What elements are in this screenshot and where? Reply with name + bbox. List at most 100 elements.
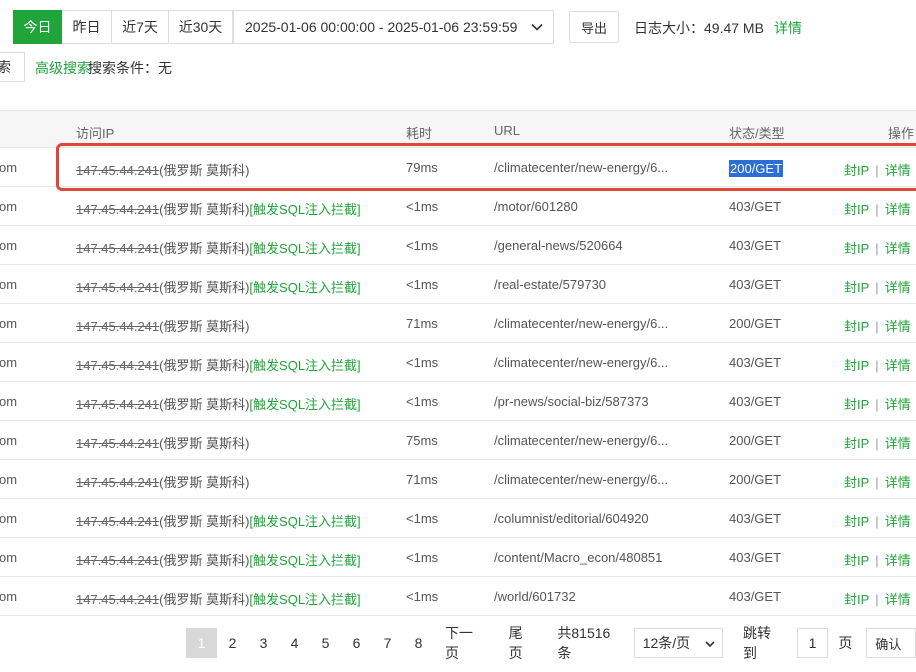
ops-separator: | bbox=[875, 358, 879, 373]
sql-injection-flag: [触发SQL注入拦截] bbox=[249, 514, 361, 529]
chevron-down-icon bbox=[531, 23, 543, 31]
block-ip-link[interactable]: 封IP bbox=[844, 358, 869, 373]
ip-location: (俄罗斯 莫斯科) bbox=[159, 553, 250, 568]
host-cell: om bbox=[0, 316, 18, 331]
ip-address: 147.45.44.241 bbox=[76, 202, 160, 217]
table-row: om 147.45.44.241(俄罗斯 莫斯科)[触发SQL注入拦截] <1ms /… bbox=[0, 538, 916, 577]
date-tabs: 今日 昨日 近7天 近30天 bbox=[13, 10, 233, 44]
row-detail-link[interactable]: 详情 bbox=[885, 397, 911, 412]
ip-cell: 147.45.44.241(俄罗斯 莫斯科)[触发SQL注入拦截] bbox=[76, 550, 361, 569]
search-button[interactable]: 索 bbox=[0, 52, 25, 82]
status-cell: 403/GET bbox=[729, 355, 782, 370]
status-cell: 403/GET bbox=[729, 277, 782, 292]
page-button[interactable]: 2 bbox=[217, 628, 248, 658]
host-cell: om bbox=[0, 550, 18, 565]
status-cell: 200/GET bbox=[729, 472, 782, 487]
row-detail-link[interactable]: 详情 bbox=[885, 514, 911, 529]
page-unit-label: 页 bbox=[838, 635, 853, 651]
block-ip-link[interactable]: 封IP bbox=[844, 592, 869, 607]
time-cell: <1ms bbox=[406, 589, 439, 604]
date-range-select[interactable]: 2025-01-06 00:00:00 - 2025-01-06 23:59:5… bbox=[233, 10, 554, 44]
table-row: om 147.45.44.241(俄罗斯 莫斯科) 71ms/climatecent… bbox=[0, 304, 916, 343]
table-row: om 147.45.44.241(俄罗斯 莫斯科)[触发SQL注入拦截] <1ms /… bbox=[0, 187, 916, 226]
page-button[interactable]: 7 bbox=[372, 628, 403, 658]
block-ip-link[interactable]: 封IP bbox=[844, 436, 869, 451]
block-ip-link[interactable]: 封IP bbox=[844, 202, 869, 217]
row-detail-link[interactable]: 详情 bbox=[885, 319, 911, 334]
block-ip-link[interactable]: 封IP bbox=[844, 241, 869, 256]
export-button[interactable]: 导出 bbox=[569, 11, 619, 43]
row-detail-link[interactable]: 详情 bbox=[885, 202, 911, 217]
page-button[interactable]: 6 bbox=[341, 628, 372, 658]
row-detail-link[interactable]: 详情 bbox=[885, 358, 911, 373]
tab-today[interactable]: 今日 bbox=[13, 10, 62, 44]
ip-location: (俄罗斯 莫斯科) bbox=[159, 202, 250, 217]
ip-location: (俄罗斯 莫斯科) bbox=[159, 397, 250, 412]
row-detail-link[interactable]: 详情 bbox=[885, 241, 911, 256]
host-cell: om bbox=[0, 472, 18, 487]
block-ip-link[interactable]: 封IP bbox=[844, 514, 869, 529]
ops-cell: 封IP | 详情 bbox=[844, 511, 911, 530]
jump-confirm-button[interactable]: 确认 bbox=[866, 628, 916, 658]
row-detail-link[interactable]: 详情 bbox=[885, 436, 911, 451]
ops-cell: 封IP | 详情 bbox=[844, 589, 911, 608]
table-row: om 147.45.44.241(俄罗斯 莫斯科) 71ms/climatecent… bbox=[0, 460, 916, 499]
time-cell: <1ms bbox=[406, 277, 439, 292]
status-cell: 403/GET bbox=[729, 394, 782, 409]
tab-7-days[interactable]: 近7天 bbox=[112, 10, 169, 44]
next-page-button[interactable]: 下一页 bbox=[434, 625, 498, 661]
row-detail-link[interactable]: 详情 bbox=[885, 475, 911, 490]
tab-30-days[interactable]: 近30天 bbox=[169, 10, 233, 44]
ip-cell: 147.45.44.241(俄罗斯 莫斯科)[触发SQL注入拦截] bbox=[76, 238, 361, 257]
total-count: 共81516条 bbox=[557, 625, 611, 661]
status-cell: 200/GET bbox=[729, 316, 782, 331]
tab-yesterday[interactable]: 昨日 bbox=[62, 10, 112, 44]
url-cell: /real-estate/579730 bbox=[494, 277, 607, 292]
url-cell: /columnist/editorial/604920 bbox=[494, 511, 649, 526]
time-cell: 79ms bbox=[406, 160, 438, 175]
row-detail-link[interactable]: 详情 bbox=[885, 280, 911, 295]
ops-cell: 封IP | 详情 bbox=[844, 433, 911, 452]
row-detail-link[interactable]: 详情 bbox=[885, 553, 911, 568]
row-detail-link[interactable]: 详情 bbox=[885, 163, 911, 178]
log-detail-link[interactable]: 详情 bbox=[774, 18, 802, 38]
advanced-search-link[interactable]: 高级搜索 bbox=[35, 58, 91, 78]
ops-separator: | bbox=[875, 397, 879, 412]
sql-injection-flag: [触发SQL注入拦截] bbox=[249, 241, 361, 256]
ip-location: (俄罗斯 莫斯科) bbox=[159, 319, 250, 334]
block-ip-link[interactable]: 封IP bbox=[844, 163, 869, 178]
ip-address: 147.45.44.241 bbox=[76, 553, 160, 568]
url-cell: /climatecenter/new-energy/6... bbox=[494, 472, 669, 487]
ip-cell: 147.45.44.241(俄罗斯 莫斯科)[触发SQL注入拦截] bbox=[76, 277, 361, 296]
status-cell: 403/GET bbox=[729, 589, 782, 604]
host-cell: om bbox=[0, 511, 18, 526]
page-button[interactable]: 5 bbox=[310, 628, 341, 658]
page-size-select[interactable]: 12条/页 bbox=[633, 628, 723, 658]
table-row: om 147.45.44.241(俄罗斯 莫斯科)[触发SQL注入拦截] <1ms /… bbox=[0, 499, 916, 538]
time-cell: 75ms bbox=[406, 433, 438, 448]
last-page-button[interactable]: 尾页 bbox=[497, 625, 548, 661]
ip-location: (俄罗斯 莫斯科) bbox=[159, 592, 250, 607]
block-ip-link[interactable]: 封IP bbox=[844, 280, 869, 295]
block-ip-link[interactable]: 封IP bbox=[844, 397, 869, 412]
pagination: 12345678 下一页 尾页 共81516条 12条/页 跳转到 1 页 确认 bbox=[186, 625, 916, 661]
time-cell: <1ms bbox=[406, 550, 439, 565]
ip-cell: 147.45.44.241(俄罗斯 莫斯科) bbox=[76, 472, 249, 491]
jump-page-input[interactable]: 1 bbox=[796, 628, 829, 658]
block-ip-link[interactable]: 封IP bbox=[844, 319, 869, 334]
status-cell: 403/GET bbox=[729, 199, 782, 214]
page-button[interactable]: 3 bbox=[248, 628, 279, 658]
block-ip-link[interactable]: 封IP bbox=[844, 475, 869, 490]
time-cell: <1ms bbox=[406, 355, 439, 370]
block-ip-link[interactable]: 封IP bbox=[844, 553, 869, 568]
row-detail-link[interactable]: 详情 bbox=[885, 592, 911, 607]
page-button[interactable]: 1 bbox=[186, 628, 217, 658]
ip-location: (俄罗斯 莫斯科) bbox=[159, 514, 250, 529]
ops-cell: 封IP | 详情 bbox=[844, 355, 911, 374]
url-cell: /world/601732 bbox=[494, 589, 576, 604]
page-button[interactable]: 4 bbox=[279, 628, 310, 658]
ip-location: (俄罗斯 莫斯科) bbox=[159, 163, 250, 178]
url-cell: /climatecenter/new-energy/6... bbox=[494, 160, 669, 175]
page-button[interactable]: 8 bbox=[403, 628, 434, 658]
status-cell: 200/GET bbox=[729, 433, 782, 448]
